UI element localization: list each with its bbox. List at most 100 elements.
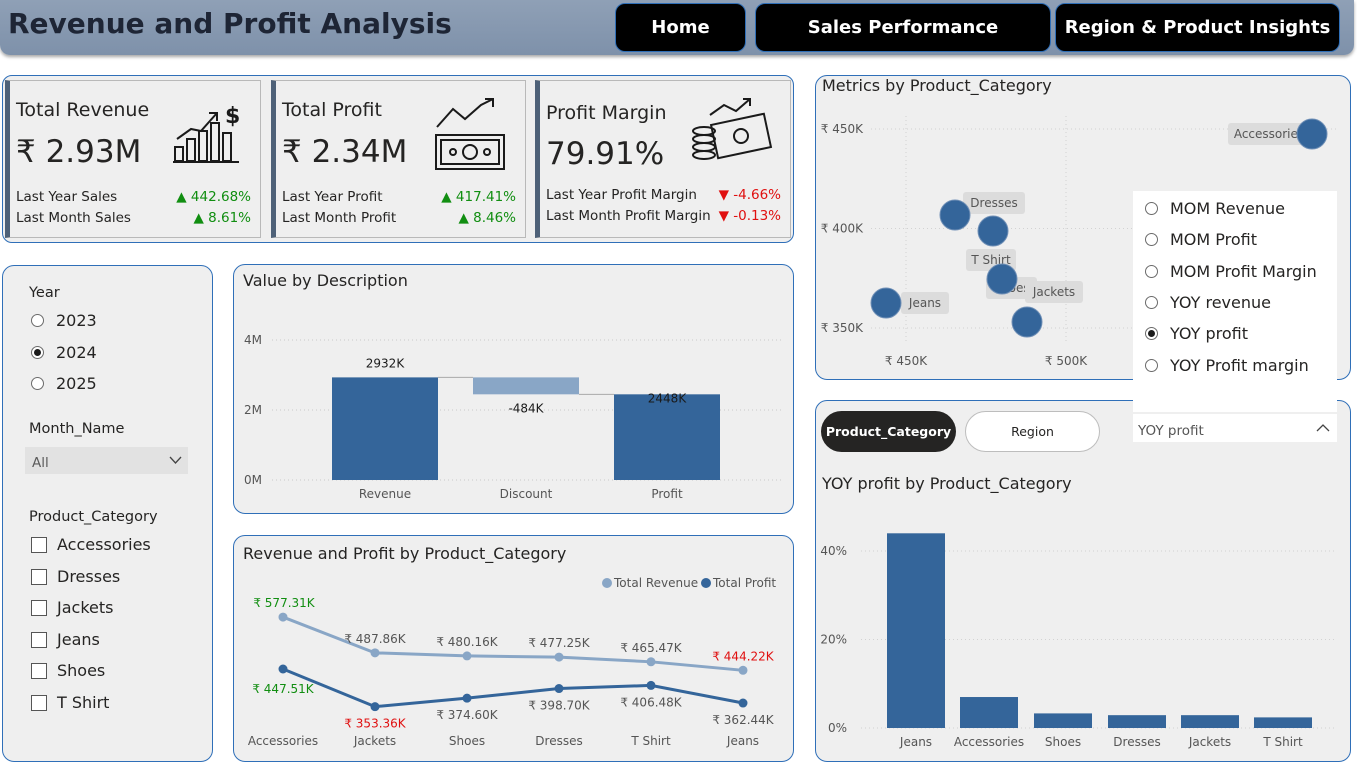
data-label: ₹ 465.47K	[620, 641, 682, 655]
legend-label: Total Revenue	[613, 576, 698, 590]
x-tick-label: Jeans	[726, 734, 759, 748]
y-tick-label: 4M	[244, 333, 262, 347]
scatter-point	[986, 263, 1018, 295]
radio-icon	[1145, 296, 1158, 309]
y-tick-label: 0M	[244, 473, 262, 487]
data-label: ₹ 444.22K	[712, 649, 774, 663]
data-point	[554, 652, 564, 662]
kpi-title: Total Revenue	[16, 99, 150, 121]
scatter-point	[977, 215, 1009, 247]
nav-region-product-insights-button[interactable]: Region & Product Insights	[1055, 3, 1340, 52]
bar	[1181, 715, 1239, 728]
data-label: ₹ 487.86K	[344, 632, 406, 646]
data-label: ₹ 406.48K	[620, 695, 682, 709]
y-tick-label: ₹ 400K	[821, 222, 864, 236]
metric-option-yoy-revenue[interactable]: YOY revenue	[1145, 293, 1271, 312]
bar	[887, 533, 945, 728]
year-option-2023[interactable]: 2023	[31, 311, 97, 330]
kpi-row-label: Last Year Sales	[16, 189, 118, 205]
metric-option-mom-revenue[interactable]: MOM Revenue	[1145, 199, 1285, 218]
point-label: Dresses	[970, 196, 1017, 210]
scatter-point	[870, 287, 902, 319]
kpi-change: ▼ -0.13%	[718, 208, 781, 224]
data-point	[462, 651, 472, 661]
page-title: Revenue and Profit Analysis	[8, 7, 452, 40]
year-option-2024[interactable]: 2024	[31, 343, 97, 362]
category-option-t-shirt[interactable]: T Shirt	[31, 693, 109, 712]
kpi-row-label: Last Month Sales	[16, 210, 131, 226]
bar	[1108, 715, 1166, 728]
data-point	[738, 665, 748, 675]
x-tick-label: ₹ 500K	[1045, 354, 1088, 368]
kpi-change: ▲ 417.41%	[441, 189, 516, 205]
category-option-dresses[interactable]: Dresses	[31, 567, 120, 586]
checkbox-icon	[31, 631, 47, 648]
category-option-accessories[interactable]: Accessories	[31, 535, 151, 554]
data-point	[462, 693, 472, 703]
metric-option-mom-profit[interactable]: MOM Profit	[1145, 230, 1257, 249]
data-label: ₹ 353.36K	[344, 717, 406, 731]
scatter-point	[1296, 118, 1328, 150]
x-tick-label: Revenue	[359, 487, 411, 501]
money-trend-icon	[435, 98, 505, 170]
radio-selected-icon	[1145, 327, 1158, 340]
data-point	[278, 664, 288, 674]
kpi-row-label: Last Month Profit	[282, 210, 397, 226]
yoy-card: YOY profit by Product_Category 0% 20% 40% J…	[815, 400, 1351, 762]
waterfall-bar	[614, 394, 720, 480]
kpi-change: ▲ 8.46%	[458, 210, 516, 226]
x-tick-label: Jeans	[899, 735, 932, 749]
data-point	[278, 612, 288, 622]
kpi-value: ₹ 2.34M	[282, 134, 408, 170]
chevron-down-icon	[169, 456, 182, 464]
metric-option-yoy-profit[interactable]: YOY profit	[1145, 324, 1248, 343]
category-option-shoes[interactable]: Shoes	[31, 661, 105, 680]
kpi-row-label: Last Year Profit	[282, 189, 383, 205]
cash-coins-icon	[692, 98, 773, 160]
bar	[1254, 717, 1312, 728]
x-tick-label: Discount	[500, 487, 553, 501]
y-tick-label: 0%	[828, 721, 847, 735]
metric-dropdown[interactable]: YOY profit	[1133, 414, 1337, 442]
category-option-jeans[interactable]: Jeans	[31, 630, 100, 649]
y-tick-label: ₹ 350K	[821, 321, 864, 335]
x-tick-label: Accessories	[248, 734, 318, 748]
kpi-total-profit: Total Profit ₹ 2.34M Last Year Profit ▲ …	[271, 80, 526, 238]
filter-panel: Year 2023 2024 2025 Month_Name Product_C…	[2, 265, 213, 762]
metric-option-mom-profit-margin[interactable]: MOM Profit Margin	[1145, 262, 1317, 281]
nav-home-button[interactable]: Home	[615, 3, 746, 52]
kpi-change: ▲ 8.61%	[193, 210, 251, 226]
month-dropdown[interactable]: All	[25, 447, 188, 474]
data-point	[370, 648, 380, 658]
year-slicer-label: Year	[29, 285, 60, 301]
nav-sales-performance-button[interactable]: Sales Performance	[755, 3, 1051, 52]
toggle-region[interactable]: Region	[965, 411, 1100, 452]
toggle-product-category[interactable]: Product_Category	[821, 411, 956, 452]
x-tick-label: Accessories	[954, 735, 1024, 749]
data-label: ₹ 374.60K	[436, 708, 498, 722]
category-option-jackets[interactable]: Jackets	[31, 598, 113, 617]
scatter-point	[939, 199, 971, 231]
waterfall-chart: 0M 2M 4M 2932K Revenue -484K Discount 2448K Prof…	[244, 333, 784, 501]
point-label: Accessories	[1234, 127, 1304, 141]
radio-icon	[1145, 265, 1158, 278]
year-option-2025[interactable]: 2025	[31, 374, 97, 393]
svg-text:$: $	[225, 105, 240, 129]
kpi-title: Total Profit	[282, 99, 382, 121]
kpi-row-label: Last Year Profit Margin	[546, 187, 697, 203]
checkbox-icon	[31, 694, 47, 711]
data-label: 2448K	[648, 391, 688, 405]
y-tick-label: 2M	[244, 403, 262, 417]
scatter-point	[1011, 306, 1043, 338]
data-label: ₹ 398.70K	[528, 699, 590, 713]
line-chart-card: Revenue and Profit by Product_Category T…	[233, 535, 794, 762]
category-slicer-label: Product_Category	[29, 509, 158, 525]
x-tick-label: Jackets	[353, 734, 396, 748]
radio-selected-icon	[31, 346, 44, 359]
radio-icon	[31, 314, 44, 327]
bar	[960, 697, 1018, 728]
legend-marker	[701, 578, 711, 588]
bar	[1034, 713, 1092, 728]
metric-option-yoy-profit-margin[interactable]: YOY Profit margin	[1145, 356, 1309, 375]
x-tick-label: Dresses	[1113, 735, 1160, 749]
